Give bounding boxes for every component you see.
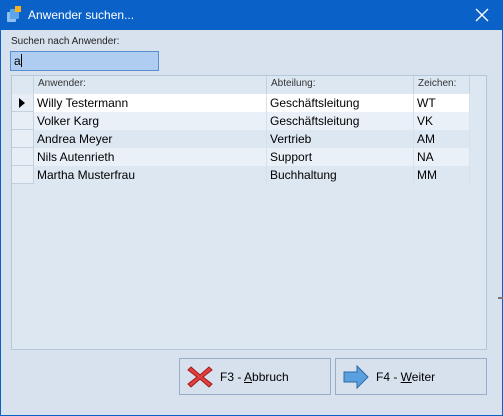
table-row[interactable]: Volker Karg Geschäftsleitung VK [12, 112, 486, 130]
current-row-arrow-icon [19, 98, 25, 108]
window-title: Anwender suchen... [28, 8, 135, 22]
cell-code[interactable]: VK [414, 112, 470, 130]
row-indicator[interactable] [12, 112, 34, 130]
cell-code[interactable]: NA [414, 148, 470, 166]
table-row[interactable]: Willy Testermann Geschäftsleitung WT [12, 94, 486, 112]
user-table[interactable]: Anwender: Abteilung: Zeichen: Willy Test… [11, 75, 487, 350]
cell-user[interactable]: Volker Karg [34, 112, 267, 130]
cancel-button-label: F3 - Abbruch [220, 370, 289, 384]
window-edge-mark [498, 297, 503, 299]
cell-user[interactable]: Andrea Meyer [34, 130, 267, 148]
cell-department[interactable]: Geschäftsleitung [267, 112, 414, 130]
next-button[interactable]: F4 - Weiter [335, 358, 487, 395]
row-indicator[interactable] [12, 130, 34, 148]
row-indicator[interactable] [12, 94, 34, 112]
search-input[interactable] [10, 51, 159, 71]
column-header-user[interactable]: Anwender: [34, 76, 267, 93]
cell-user[interactable]: Martha Musterfrau [34, 166, 267, 184]
right-arrow-icon [343, 364, 369, 390]
cell-department[interactable]: Geschäftsleitung [267, 94, 414, 112]
red-x-icon [187, 366, 213, 388]
app-icon [7, 6, 21, 22]
cell-code[interactable]: WT [414, 94, 470, 112]
title-bar[interactable]: Anwender suchen... [0, 0, 503, 30]
table-row[interactable]: Andrea Meyer Vertrieb AM [12, 130, 486, 148]
cell-user[interactable]: Nils Autenrieth [34, 148, 267, 166]
row-indicator[interactable] [12, 148, 34, 166]
cell-department[interactable]: Vertrieb [267, 130, 414, 148]
cell-user[interactable]: Willy Testermann [34, 94, 267, 112]
table-row[interactable]: Martha Musterfrau Buchhaltung MM [12, 166, 486, 184]
column-header-code[interactable]: Zeichen: [414, 76, 470, 93]
cell-department[interactable]: Buchhaltung [267, 166, 414, 184]
table-header: Anwender: Abteilung: Zeichen: [12, 76, 486, 93]
close-icon[interactable] [473, 6, 491, 24]
cancel-button[interactable]: F3 - Abbruch [179, 358, 331, 395]
column-header-department[interactable]: Abteilung: [267, 76, 414, 93]
cell-department[interactable]: Support [267, 148, 414, 166]
cell-code[interactable]: MM [414, 166, 470, 184]
search-label: Suchen nach Anwender: [11, 36, 120, 47]
next-button-label: F4 - Weiter [376, 370, 436, 384]
cell-code[interactable]: AM [414, 130, 470, 148]
text-caret [21, 54, 22, 67]
row-indicator[interactable] [12, 166, 34, 184]
table-row[interactable]: Nils Autenrieth Support NA [12, 148, 486, 166]
header-indicator-cell [12, 76, 34, 93]
